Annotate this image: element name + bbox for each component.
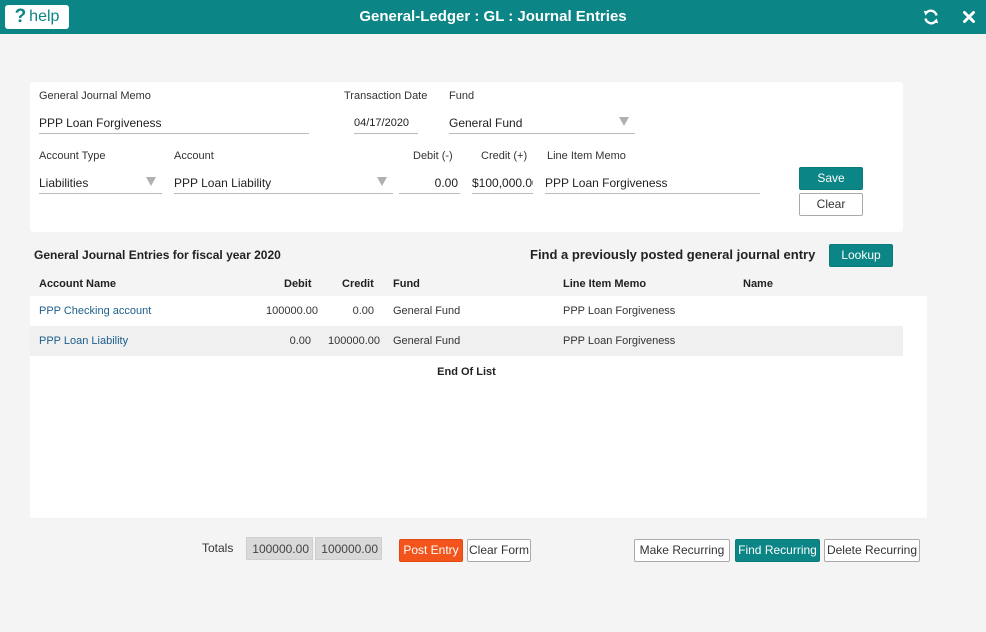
help-label: help [29, 8, 60, 25]
date-label: Transaction Date [344, 90, 428, 102]
post-entry-button[interactable]: Post Entry [399, 539, 463, 562]
chevron-down-icon [377, 177, 387, 186]
line-memo-label: Line Item Memo [547, 150, 626, 162]
window-title: General-Ledger : GL : Journal Entries [359, 8, 627, 25]
column-line-item-memo: Line Item Memo [563, 278, 647, 290]
account-select[interactable]: PPP Loan Liability [174, 172, 393, 194]
clear-form-button[interactable]: Clear Form [467, 539, 531, 562]
close-icon[interactable] [960, 8, 978, 26]
chevron-down-icon [146, 177, 156, 186]
date-input[interactable]: 04/17/2020 [354, 112, 418, 134]
table-row[interactable]: PPP Checking account 100000.00 0.00 Gene… [30, 296, 903, 326]
find-entry-label: Find a previously posted general journal… [530, 247, 816, 262]
row-memo: PPP Loan Forgiveness [563, 305, 676, 317]
title-bar: ? help General-Ledger : GL : Journal Ent… [0, 0, 986, 34]
help-icon: ? [14, 6, 27, 27]
lookup-button[interactable]: Lookup [829, 244, 893, 267]
help-button[interactable]: ? help [5, 5, 69, 29]
total-credit: 100000.00 [315, 537, 382, 560]
table-row[interactable]: PPP Loan Liability 0.00 100000.00 Genera… [30, 326, 903, 356]
clear-button[interactable]: Clear [799, 193, 863, 216]
column-fund: Fund [393, 278, 420, 290]
column-debit: Debit [284, 278, 312, 290]
delete-recurring-button[interactable]: Delete Recurring [824, 539, 920, 562]
chevron-down-icon [619, 117, 629, 126]
entry-form-panel [30, 82, 903, 232]
save-button[interactable]: Save [799, 167, 863, 190]
account-type-select[interactable]: Liabilities [39, 172, 162, 194]
row-account-link[interactable]: PPP Loan Liability [39, 326, 128, 356]
fund-select-value: General Fund [449, 116, 523, 130]
end-of-list: End Of List [437, 366, 496, 378]
row-account-link[interactable]: PPP Checking account [39, 296, 151, 326]
entries-heading: General Journal Entries for fiscal year … [34, 248, 281, 262]
refresh-icon[interactable] [922, 8, 940, 26]
credit-label: Credit (+) [481, 150, 528, 162]
account-value: PPP Loan Liability [174, 176, 272, 190]
row-credit: 0.00 [352, 305, 374, 317]
row-fund: General Fund [393, 335, 461, 347]
fund-label: Fund [449, 90, 475, 102]
total-debit: 100000.00 [246, 537, 313, 560]
column-account-name: Account Name [39, 278, 117, 290]
account-type-label: Account Type [39, 150, 106, 162]
find-recurring-button[interactable]: Find Recurring [735, 539, 820, 562]
row-debit: 0.00 [289, 335, 311, 347]
memo-input[interactable]: PPP Loan Forgiveness [39, 112, 309, 134]
credit-input[interactable]: $100,000.00 [472, 172, 533, 194]
fund-select[interactable]: General Fund [449, 112, 635, 134]
totals-label: Totals [202, 541, 234, 555]
debit-label: Debit (-) [413, 150, 453, 162]
make-recurring-button[interactable]: Make Recurring [634, 539, 730, 562]
column-name: Name [743, 278, 773, 290]
line-memo-input[interactable]: PPP Loan Forgiveness [545, 172, 760, 194]
row-debit: 100000.00 [266, 305, 318, 317]
memo-label: General Journal Memo [39, 90, 151, 102]
row-memo: PPP Loan Forgiveness [563, 335, 676, 347]
row-fund: General Fund [393, 305, 461, 317]
column-credit: Credit [342, 278, 374, 290]
debit-input[interactable]: 0.00 [399, 172, 460, 194]
account-label: Account [174, 150, 214, 162]
account-type-value: Liabilities [39, 176, 89, 190]
row-credit: 100000.00 [328, 335, 380, 347]
